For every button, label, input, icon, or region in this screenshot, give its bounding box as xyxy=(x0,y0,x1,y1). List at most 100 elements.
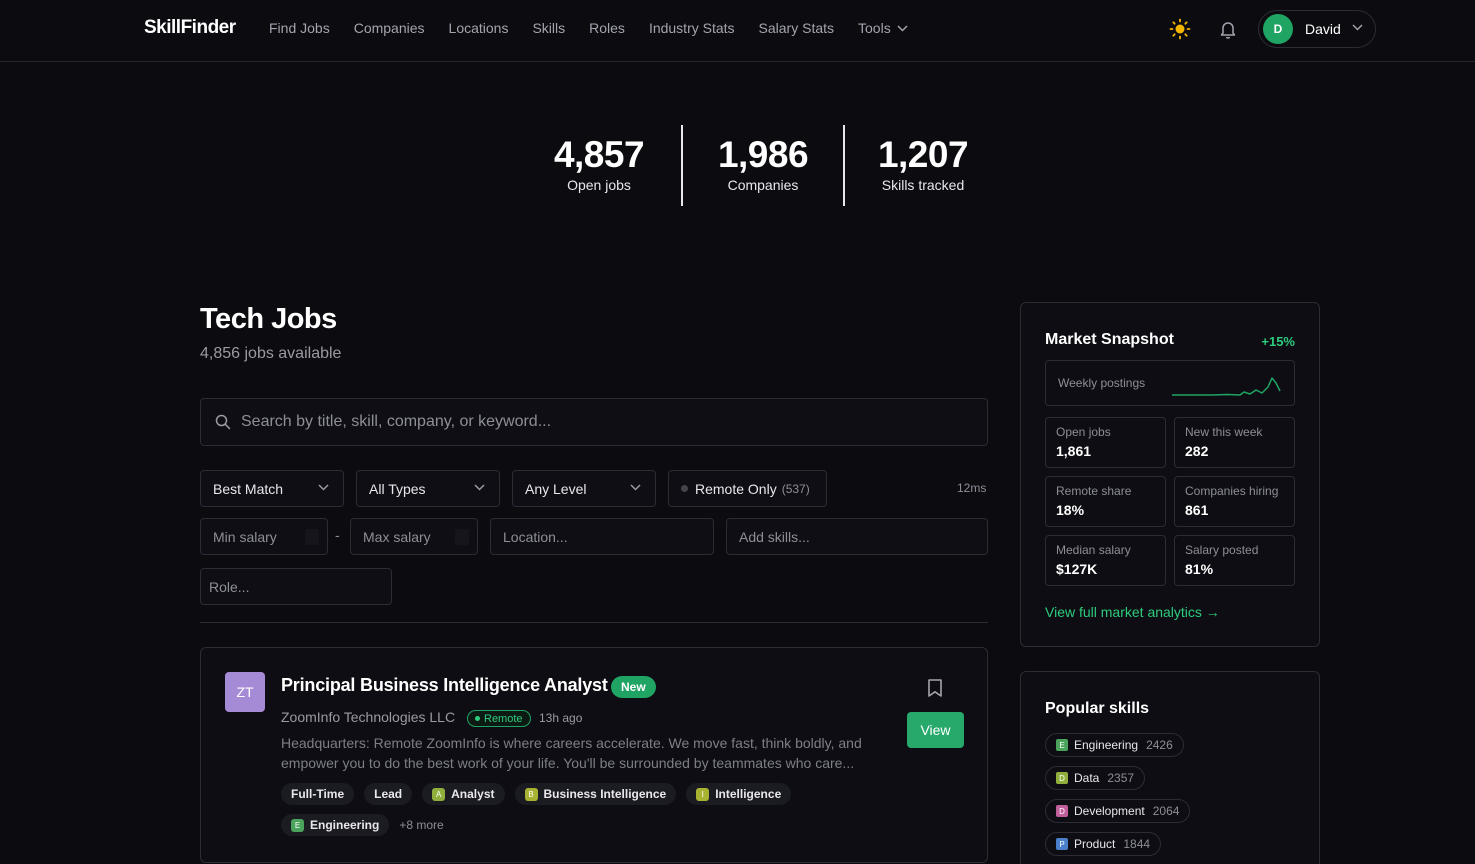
nav-link-salary-stats[interactable]: Salary Stats xyxy=(759,20,834,36)
nav-links: Find Jobs Companies Locations Skills Rol… xyxy=(269,20,932,36)
skill-label: Data xyxy=(1074,771,1100,785)
nav-link-find-jobs[interactable]: Find Jobs xyxy=(269,20,330,36)
nav-link-roles[interactable]: Roles xyxy=(589,20,625,36)
job-tags: Full-Time Lead A Analyst B Business Inte… xyxy=(281,783,841,845)
chevron-down-icon xyxy=(474,484,485,491)
view-job-button[interactable]: View xyxy=(907,712,964,748)
skill-letter-icon: D xyxy=(1056,772,1068,784)
tag-business-intelligence[interactable]: B Business Intelligence xyxy=(514,783,677,805)
type-value: All Types xyxy=(369,480,426,497)
number-stepper[interactable] xyxy=(455,529,469,545)
stat-value: 1,207 xyxy=(877,134,969,175)
stat-label: Open jobs xyxy=(567,177,631,193)
search-icon xyxy=(215,414,231,430)
toggle-dot xyxy=(681,485,688,492)
market-snapshot-panel: Market Snapshot +15% Weekly postings Ope… xyxy=(1020,302,1320,647)
user-menu[interactable]: D David xyxy=(1258,10,1376,48)
metric-value: 861 xyxy=(1185,502,1209,518)
remote-badge: Remote xyxy=(467,710,531,727)
job-title[interactable]: Principal Business Intelligence Analyst xyxy=(281,675,608,696)
stat-label: Companies xyxy=(727,177,799,193)
metric-label: Open jobs xyxy=(1056,425,1111,439)
location-field xyxy=(490,518,714,555)
tag-lead[interactable]: Lead xyxy=(364,783,413,805)
user-name: David xyxy=(1305,21,1341,37)
avatar: D xyxy=(1263,14,1293,44)
skill-letter-icon: A xyxy=(432,787,446,801)
nav-link-locations[interactable]: Locations xyxy=(449,20,509,36)
metric-remote-share: Remote share 18% xyxy=(1045,476,1166,527)
chevron-down-icon xyxy=(318,484,329,491)
type-select[interactable]: All Types xyxy=(356,470,500,507)
jobs-count: 4,856 jobs available xyxy=(200,345,342,362)
chevron-down-icon xyxy=(1352,24,1363,31)
metric-companies-hiring: Companies hiring 861 xyxy=(1174,476,1295,527)
role-input[interactable] xyxy=(209,578,373,595)
nav-link-skills[interactable]: Skills xyxy=(532,20,565,36)
skill-count: 2426 xyxy=(1146,738,1173,752)
top-navigation: SkillFinder Find Jobs Companies Location… xyxy=(0,0,1475,62)
stat-value: 4,857 xyxy=(553,134,645,175)
tools-label: Tools xyxy=(858,20,891,36)
more-tags-link[interactable]: +8 more xyxy=(399,814,443,836)
tag-label: Lead xyxy=(374,787,403,801)
metric-label: Median salary xyxy=(1056,543,1131,557)
tag-intelligence[interactable]: I Intelligence xyxy=(686,783,792,805)
panel-title: Market Snapshot xyxy=(1045,331,1174,348)
divider xyxy=(681,125,683,206)
skill-letter-icon: E xyxy=(1056,739,1068,751)
skill-letter-icon: E xyxy=(291,818,304,832)
notifications-bell-icon[interactable] xyxy=(1217,18,1239,40)
sort-select[interactable]: Best Match xyxy=(200,470,344,507)
skill-chip-product[interactable]: P Product 1844 xyxy=(1045,832,1162,856)
nav-tools-menu[interactable]: Tools xyxy=(858,20,908,36)
bookmark-icon[interactable] xyxy=(926,678,944,698)
tag-full-time[interactable]: Full-Time xyxy=(281,783,355,805)
stat-open-jobs: 4,857 Open jobs xyxy=(548,134,650,194)
metric-median-salary: Median salary $127K xyxy=(1045,535,1166,586)
number-stepper[interactable] xyxy=(305,529,319,545)
job-description: Headquarters: Remote ZoomInfo is where c… xyxy=(281,735,862,771)
max-salary-input[interactable] xyxy=(363,528,466,545)
skill-chip-data[interactable]: D Data 2357 xyxy=(1045,766,1146,790)
metric-label: Salary posted xyxy=(1185,543,1259,557)
skill-label: Development xyxy=(1074,804,1145,818)
page-title: Tech Jobs xyxy=(200,303,337,335)
metric-value: 1,861 xyxy=(1056,443,1092,459)
divider xyxy=(200,622,988,623)
popular-skills-panel: Popular skills E Engineering 2426 D Data… xyxy=(1020,671,1320,864)
metric-open-jobs: Open jobs 1,861 xyxy=(1045,417,1166,468)
remote-badge-label: Remote xyxy=(484,712,523,725)
sparkline-label: Weekly postings xyxy=(1058,376,1146,390)
panel-title: Popular skills xyxy=(1045,700,1150,717)
level-select[interactable]: Any Level xyxy=(512,470,656,507)
tag-label: Business Intelligence xyxy=(543,787,667,801)
nav-link-companies[interactable]: Companies xyxy=(354,20,425,36)
search-input[interactable] xyxy=(241,413,941,431)
skills-field xyxy=(726,518,988,555)
divider xyxy=(843,125,845,206)
metric-value: 282 xyxy=(1185,443,1209,459)
min-salary-input[interactable] xyxy=(213,528,316,545)
market-analytics-link[interactable]: View full market analytics → xyxy=(1045,604,1220,620)
skill-chip-development[interactable]: D Development 2064 xyxy=(1045,799,1191,823)
location-input[interactable] xyxy=(503,528,692,545)
theme-toggle-sun-icon[interactable] xyxy=(1169,18,1191,40)
max-salary-field xyxy=(350,518,478,555)
skills-input[interactable] xyxy=(739,528,963,545)
remote-only-toggle[interactable]: Remote Only (537) xyxy=(668,470,827,507)
nav-link-industry-stats[interactable]: Industry Stats xyxy=(649,20,735,36)
tag-label: Engineering xyxy=(310,818,380,832)
brand-logo[interactable]: SkillFinder xyxy=(144,17,236,39)
company-name[interactable]: ZoomInfo Technologies LLC xyxy=(281,709,455,725)
metric-label: Remote share xyxy=(1056,484,1132,498)
skill-count: 1844 xyxy=(1123,837,1151,851)
job-card[interactable]: ZT Principal Business Intelligence Analy… xyxy=(200,647,988,863)
skill-chip-engineering[interactable]: E Engineering 2426 xyxy=(1045,733,1184,757)
tag-label: Analyst xyxy=(451,787,495,801)
tag-analyst[interactable]: A Analyst xyxy=(422,783,505,805)
sparkline-chart xyxy=(1172,377,1281,396)
skill-letter-icon: P xyxy=(1056,838,1068,850)
tag-engineering[interactable]: E Engineering xyxy=(281,814,390,836)
min-salary-field xyxy=(200,518,328,555)
